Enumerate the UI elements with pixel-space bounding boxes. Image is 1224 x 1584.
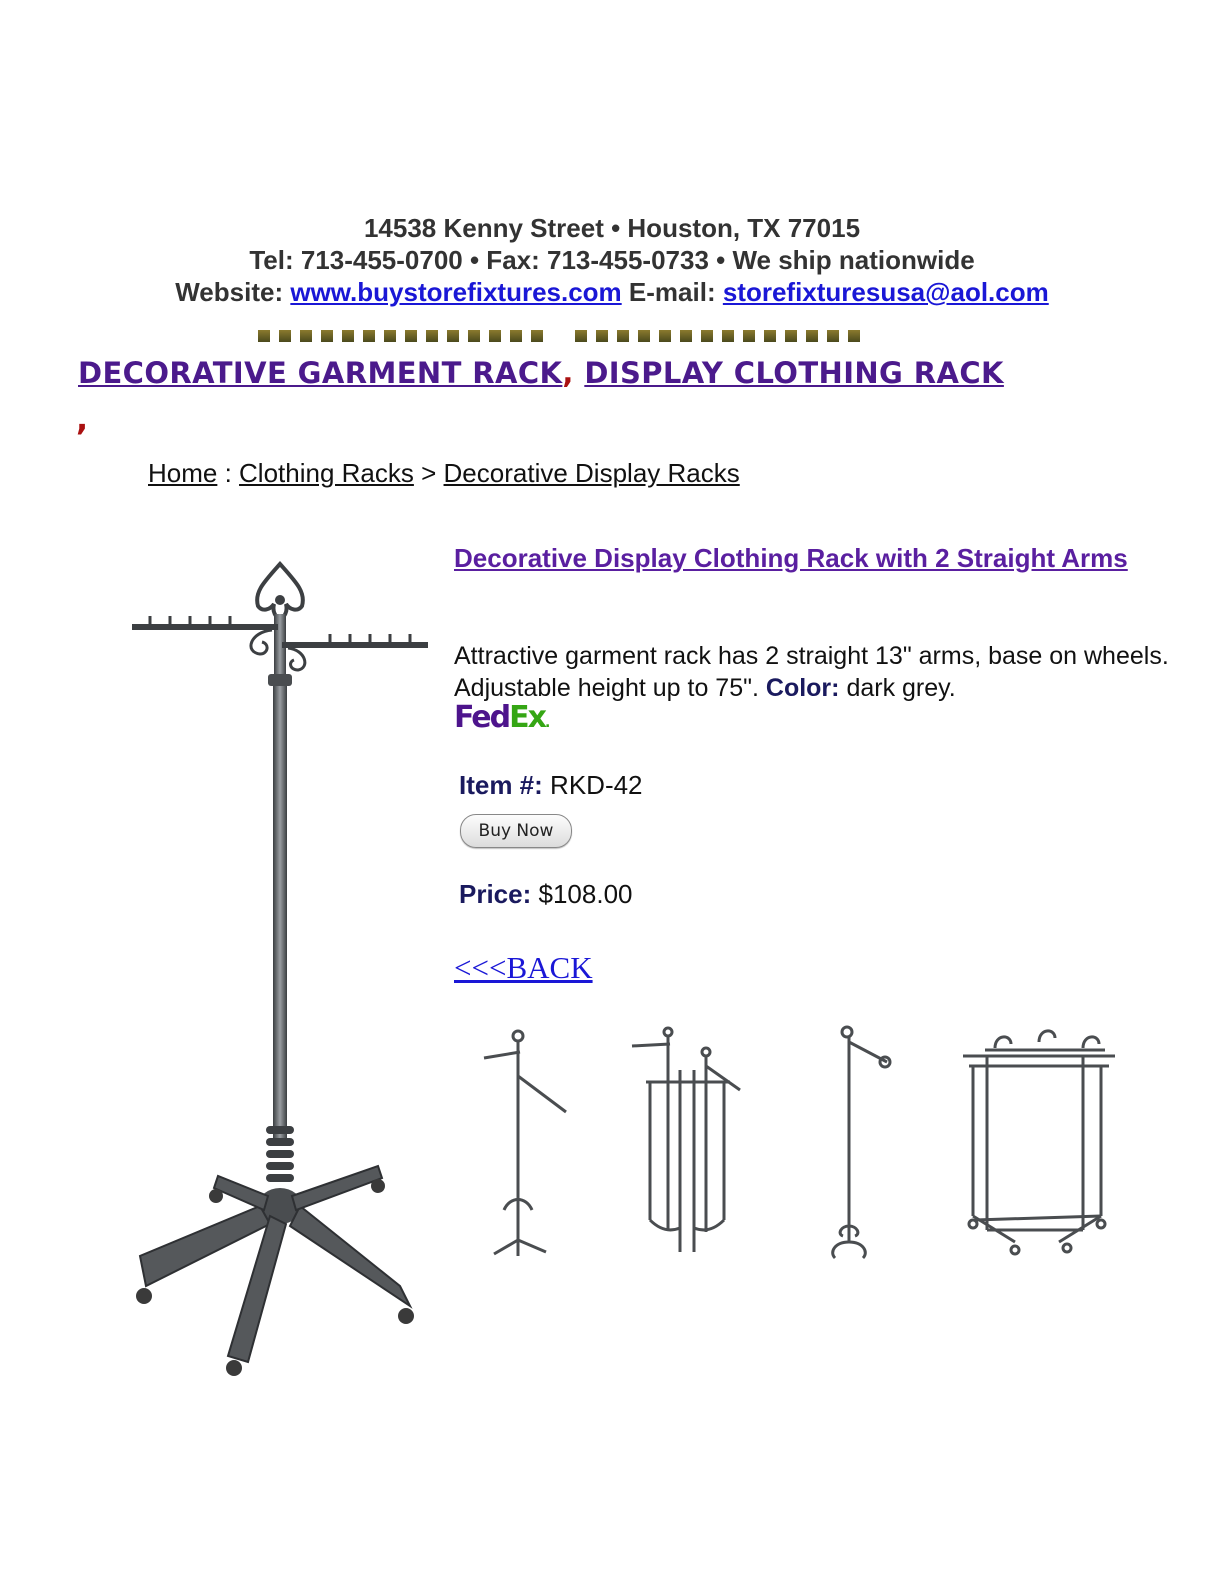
waterfall-rack-thumbnail[interactable] bbox=[474, 1020, 584, 1266]
page-headline: DECORATIVE GARMENT RACK, DISPLAY CLOTHIN… bbox=[78, 356, 1004, 390]
breadcrumb-separator: : bbox=[217, 458, 240, 488]
web-email-line: Website: www.buystorefixtures.com E-mail… bbox=[0, 276, 1224, 308]
buy-now-button[interactable]: Buy Now bbox=[460, 814, 572, 848]
fedex-logo-ex: Ex bbox=[509, 700, 547, 735]
garment-rack-image bbox=[132, 560, 428, 1376]
phone-line: Tel: 713-455-0700 • Fax: 713-455-0733 • … bbox=[249, 245, 975, 275]
product-description: Attractive garment rack has 2 straight 1… bbox=[454, 640, 1174, 704]
website-link[interactable]: www.buystorefixtures.com bbox=[290, 277, 621, 307]
price: Price: $108.00 bbox=[459, 879, 632, 910]
rolling-rack-thumbnail[interactable] bbox=[955, 1020, 1125, 1266]
contact-block: 14538 Kenny Street • Houston, TX 77015 T… bbox=[0, 212, 1224, 308]
single-arm-rack-thumbnail[interactable] bbox=[815, 1020, 905, 1266]
decorative-divider bbox=[258, 330, 869, 342]
item-label: Item #: bbox=[459, 770, 543, 800]
product-title: Decorative Display Clothing Rack with 2 … bbox=[454, 543, 1144, 574]
headline-link-clothing-rack[interactable]: DISPLAY CLOTHING RACK bbox=[584, 356, 1004, 390]
breadcrumb-home[interactable]: Home bbox=[148, 458, 217, 488]
breadcrumb-clothing-racks[interactable]: Clothing Racks bbox=[239, 458, 414, 488]
back-link[interactable]: <<<BACK bbox=[454, 950, 593, 986]
headline-link-garment-rack[interactable]: DECORATIVE GARMENT RACK bbox=[78, 356, 562, 390]
headline-separator: , bbox=[562, 356, 574, 390]
breadcrumb-separator: > bbox=[413, 458, 444, 488]
item-number: Item #: RKD-42 bbox=[459, 770, 643, 801]
address-line: 14538 Kenny Street • Houston, TX 77015 bbox=[363, 213, 861, 243]
price-label: Price: bbox=[459, 879, 532, 909]
product-title-link[interactable]: Decorative Display Clothing Rack with 2 … bbox=[454, 543, 1128, 573]
color-value: dark grey. bbox=[846, 674, 956, 702]
email-link[interactable]: storefixturesusa@aol.com bbox=[723, 277, 1049, 307]
fedex-logo: FedEx. bbox=[454, 700, 550, 735]
color-label: Color: bbox=[765, 674, 840, 702]
price-value: $108.00 bbox=[538, 879, 633, 909]
breadcrumb-decorative-display-racks[interactable]: Decorative Display Racks bbox=[444, 458, 740, 488]
breadcrumb: Home : Clothing Racks > Decorative Displ… bbox=[148, 458, 740, 489]
two-way-rack-thumbnail[interactable] bbox=[620, 1020, 760, 1266]
item-value: RKD-42 bbox=[550, 770, 643, 800]
headline-trailing-comma: , bbox=[76, 400, 89, 438]
fedex-logo-mark: . bbox=[544, 715, 551, 731]
email-label: E-mail: bbox=[628, 277, 716, 307]
website-label: Website: bbox=[175, 277, 284, 307]
fedex-logo-fed: Fed bbox=[454, 700, 511, 735]
